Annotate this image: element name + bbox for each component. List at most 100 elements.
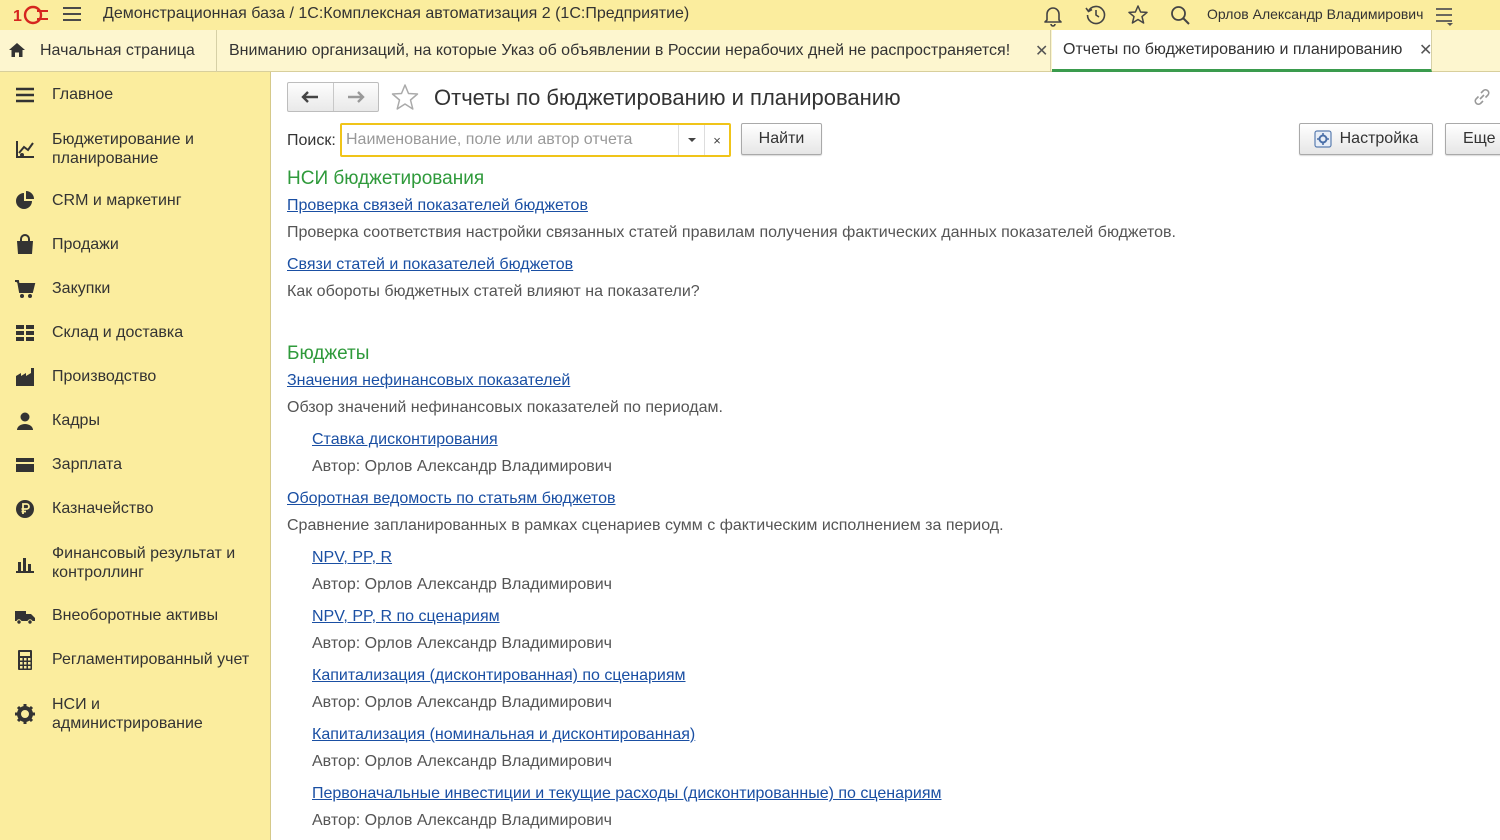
pie-chart-icon bbox=[16, 191, 34, 209]
tab-reports[interactable]: Отчеты по бюджетированию и планированию … bbox=[1052, 30, 1432, 72]
tab-notice[interactable]: Вниманию организаций, на которые Указ об… bbox=[217, 30, 1051, 72]
user-name[interactable]: Орлов Александр Владимирович bbox=[1207, 6, 1423, 22]
sidebar-item-label: Кадры bbox=[52, 412, 100, 429]
page-title: Отчеты по бюджетированию и планированию bbox=[434, 85, 901, 110]
sidebar-item-main[interactable]: Главное bbox=[0, 82, 271, 108]
settings-menu-icon[interactable] bbox=[1432, 3, 1456, 27]
sidebar: Главное Бюджетирование и планирование CR… bbox=[0, 72, 271, 840]
report-author: Автор: Орлов Александр Владимирович bbox=[312, 753, 612, 770]
bar-chart-icon bbox=[16, 558, 34, 573]
main-content: Отчеты по бюджетированию и планированию … bbox=[272, 73, 1500, 840]
sidebar-item-label: Бюджетирование и планирование bbox=[52, 131, 194, 167]
bell-icon[interactable] bbox=[1041, 3, 1065, 27]
sidebar-item-label: Склад и доставка bbox=[52, 324, 184, 341]
sidebar-item-warehouse[interactable]: Склад и доставка bbox=[0, 320, 271, 346]
tab-notice-close-icon[interactable]: ✕ bbox=[1035, 41, 1048, 61]
title-bar: 1 Демонстрационная база / 1С:Комплексная… bbox=[0, 0, 1500, 30]
section-title: Бюджеты bbox=[287, 343, 370, 364]
report-description: Проверка соответствия настройки связанны… bbox=[287, 224, 1176, 241]
find-button[interactable]: Найти bbox=[741, 123, 822, 155]
sidebar-item-admin[interactable]: НСИ и администрирование bbox=[0, 693, 271, 735]
tab-home-label: Начальная страница bbox=[40, 42, 195, 59]
report-description: Сравнение запланированных в рамках сцена… bbox=[287, 517, 1004, 534]
report-link[interactable]: Капитализация (дисконтированная) по сцен… bbox=[312, 667, 686, 685]
sidebar-item-label: Продажи bbox=[52, 236, 119, 253]
report-link[interactable]: NPV, PP, R по сценариям bbox=[312, 608, 500, 626]
settings-button-label: Настройка bbox=[1339, 130, 1419, 147]
report-author: Автор: Орлов Александр Владимирович bbox=[312, 458, 612, 475]
app-title: Демонстрационная база / 1С:Комплексная а… bbox=[103, 5, 690, 22]
sidebar-item-salary[interactable]: Зарплата bbox=[0, 452, 271, 478]
budget-chart-icon bbox=[16, 141, 34, 158]
history-icon[interactable] bbox=[1084, 3, 1108, 27]
home-icon bbox=[9, 43, 25, 57]
sidebar-item-treasury[interactable]: Казначейство bbox=[0, 496, 271, 522]
sidebar-item-sales[interactable]: Продажи bbox=[0, 232, 271, 258]
section-title: НСИ бюджетирования bbox=[287, 168, 485, 189]
search-clear-button[interactable]: × bbox=[704, 125, 729, 155]
tab-home[interactable]: Начальная страница bbox=[0, 30, 217, 72]
report-description: Как обороты бюджетных статей влияют на п… bbox=[287, 283, 700, 300]
report-link[interactable]: Первоначальные инвестиции и текущие расх… bbox=[312, 785, 942, 803]
sidebar-item-label: Зарплата bbox=[52, 456, 123, 473]
person-icon bbox=[17, 412, 33, 430]
report-link[interactable]: Проверка связей показателей бюджетов bbox=[287, 197, 588, 215]
menu-lines-icon bbox=[16, 87, 34, 103]
shopping-bag-icon bbox=[17, 234, 33, 254]
sidebar-item-purchases[interactable]: Закупки bbox=[0, 276, 271, 302]
gear-icon bbox=[15, 704, 35, 724]
report-link[interactable]: Связи статей и показателей бюджетов bbox=[287, 256, 573, 274]
report-author: Автор: Орлов Александр Владимирович bbox=[312, 576, 612, 593]
search-icon[interactable] bbox=[1168, 3, 1192, 27]
back-button[interactable] bbox=[288, 83, 333, 111]
factory-icon bbox=[16, 368, 34, 386]
settings-panel-icon bbox=[1314, 130, 1332, 148]
sidebar-item-fixed-assets[interactable]: Внеоборотные активы bbox=[0, 603, 271, 629]
history-navigation bbox=[287, 82, 379, 112]
search-label: Поиск: bbox=[287, 132, 336, 149]
search-dropdown-button[interactable] bbox=[678, 125, 704, 155]
add-to-favorites-star-icon[interactable] bbox=[390, 83, 420, 111]
report-link[interactable]: NPV, PP, R bbox=[312, 549, 392, 567]
1c-logo-icon[interactable]: 1 bbox=[11, 5, 49, 25]
sidebar-item-budgeting[interactable]: Бюджетирование и планирование bbox=[0, 128, 271, 170]
report-description: Обзор значений нефинансовых показателей … bbox=[287, 399, 723, 416]
search-input[interactable] bbox=[346, 129, 674, 151]
report-author: Автор: Орлов Александр Владимирович bbox=[312, 812, 612, 829]
sidebar-item-hr[interactable]: Кадры bbox=[0, 408, 271, 434]
arrow-right-icon bbox=[347, 91, 365, 103]
settings-button[interactable]: Настройка bbox=[1299, 123, 1433, 155]
tab-reports-close-icon[interactable]: ✕ bbox=[1419, 40, 1432, 60]
more-button[interactable]: Еще bbox=[1445, 123, 1500, 155]
calculator-icon bbox=[18, 650, 32, 670]
sidebar-item-label: НСИ и администрирование bbox=[52, 696, 203, 732]
app-window: 1 Демонстрационная база / 1С:Комплексная… bbox=[0, 0, 1500, 840]
tab-notice-label: Вниманию организаций, на которые Указ об… bbox=[229, 42, 1011, 59]
link-icon[interactable] bbox=[1471, 86, 1493, 108]
svg-text:1: 1 bbox=[13, 8, 22, 25]
dropdown-arrow-icon bbox=[687, 138, 696, 142]
arrow-left-icon bbox=[301, 91, 319, 103]
favorites-star-icon[interactable] bbox=[1126, 3, 1150, 27]
ruble-coin-icon bbox=[16, 500, 34, 518]
wallet-icon bbox=[16, 458, 34, 472]
sidebar-item-label: Закупки bbox=[52, 280, 111, 297]
tabs-bar: Начальная страница Вниманию организаций,… bbox=[0, 30, 1500, 72]
sidebar-item-label: Внеоборотные активы bbox=[52, 607, 219, 624]
warehouse-icon bbox=[16, 325, 34, 341]
sidebar-item-regulated-accounting[interactable]: Регламентированный учет bbox=[0, 647, 271, 673]
sidebar-item-label: Казначейство bbox=[52, 500, 154, 517]
sidebar-item-crm[interactable]: CRM и маркетинг bbox=[0, 188, 271, 214]
sidebar-item-financial-result[interactable]: Финансовый результат и контроллинг bbox=[0, 542, 271, 584]
report-link[interactable]: Ставка дисконтирования bbox=[312, 431, 498, 449]
sidebar-item-label: Производство bbox=[52, 368, 157, 385]
forward-button[interactable] bbox=[332, 83, 378, 111]
report-author: Автор: Орлов Александр Владимирович bbox=[312, 694, 612, 711]
sidebar-item-production[interactable]: Производство bbox=[0, 364, 271, 390]
main-menu-icon[interactable] bbox=[63, 7, 81, 23]
report-link[interactable]: Капитализация (номинальная и дисконтиров… bbox=[312, 726, 695, 744]
cart-icon bbox=[15, 280, 36, 298]
report-link[interactable]: Значения нефинансовых показателей bbox=[287, 372, 570, 390]
report-link[interactable]: Оборотная ведомость по статьям бюджетов bbox=[287, 490, 615, 508]
search-field: × bbox=[340, 123, 731, 157]
